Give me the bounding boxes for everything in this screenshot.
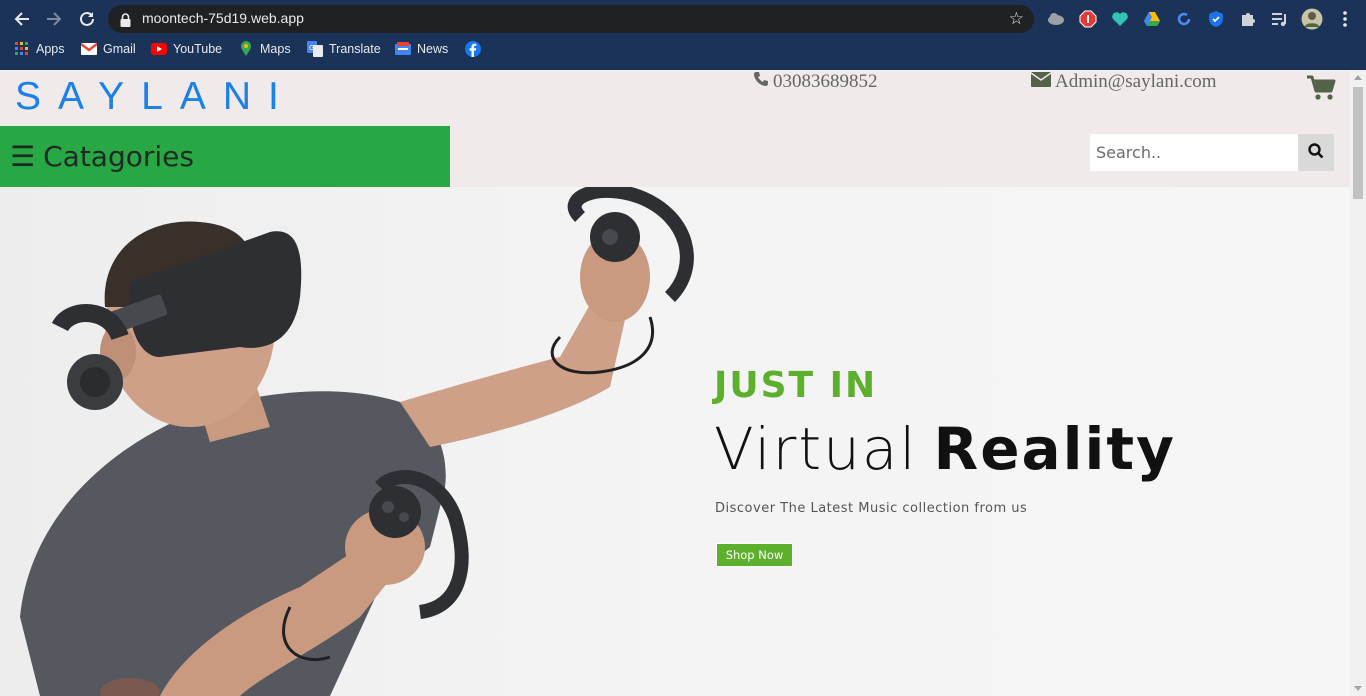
puzzle-extensions-icon[interactable]: [1237, 8, 1259, 30]
bookmarks-bar: Apps Gmail YouTube Maps G Translate News: [0, 38, 1366, 64]
page-scrollbar[interactable]: [1350, 70, 1366, 696]
web-page: SAYLANI 03083689852 Admin@saylani.com ☰ …: [0, 70, 1350, 696]
address-bar[interactable]: moontech-75d19.web.app ☆: [108, 5, 1034, 33]
categories-label: Catagories: [43, 140, 194, 173]
phone-contact: 03083689852: [753, 70, 878, 94]
phone-number: 03083689852: [773, 71, 878, 92]
vr-man-image: [20, 187, 694, 696]
lock-icon: [120, 12, 131, 31]
shield-extension-icon[interactable]: [1205, 8, 1227, 30]
sync-extension-icon[interactable]: [1173, 8, 1195, 30]
search-button[interactable]: [1298, 134, 1334, 171]
heart-extension-icon[interactable]: [1109, 8, 1131, 30]
youtube-icon: [151, 41, 167, 57]
email-contact: Admin@saylani.com: [1030, 70, 1217, 94]
menu-kebab-icon[interactable]: [1334, 8, 1356, 30]
maps-icon: [238, 41, 254, 57]
scrollbar-thumb[interactable]: [1353, 87, 1363, 199]
bookmark-translate[interactable]: G Translate: [307, 41, 381, 57]
apps-grid-icon: [14, 41, 30, 57]
forward-arrow-icon[interactable]: [42, 7, 66, 31]
bookmark-label: News: [417, 42, 449, 56]
shopping-cart-icon[interactable]: [1306, 75, 1336, 105]
hero-title-light: Virtual: [714, 415, 918, 483]
gmail-icon: [81, 41, 97, 57]
facebook-icon: [465, 41, 481, 57]
bookmark-gmail[interactable]: Gmail: [81, 41, 136, 57]
bookmark-label: Apps: [36, 42, 65, 56]
reload-icon[interactable]: [75, 7, 99, 31]
hero-title-bold: Reality: [933, 415, 1176, 483]
hamburger-menu-icon: ☰: [10, 140, 36, 173]
bookmark-label: YouTube: [173, 42, 223, 56]
scroll-down-arrow-icon[interactable]: [1354, 686, 1362, 691]
bookmark-label: Gmail: [103, 42, 136, 56]
bookmark-youtube[interactable]: YouTube: [151, 41, 222, 57]
bookmark-label: Translate: [329, 42, 381, 56]
site-header: SAYLANI 03083689852 Admin@saylani.com ☰ …: [0, 70, 1350, 187]
browser-chrome: moontech-75d19.web.app ☆ Apps Gmail YouT…: [0, 0, 1366, 70]
svg-text:G: G: [309, 44, 314, 52]
bookmark-news[interactable]: News: [395, 41, 448, 57]
hero-subtitle: Discover The Latest Music collection fro…: [715, 501, 1028, 516]
bookmark-maps[interactable]: Maps: [238, 41, 291, 57]
media-queue-icon[interactable]: [1269, 8, 1291, 30]
translate-icon: G: [307, 41, 323, 57]
shop-now-button[interactable]: Shop Now: [716, 543, 793, 567]
search-icon: [1308, 142, 1324, 163]
google-drive-icon[interactable]: [1141, 8, 1163, 30]
categories-menu-button[interactable]: ☰ Catagories: [0, 126, 450, 187]
adblock-icon[interactable]: [1077, 8, 1099, 30]
phone-icon: [753, 70, 769, 94]
envelope-icon: [1030, 70, 1052, 94]
search-input[interactable]: [1090, 134, 1298, 171]
news-icon: [395, 41, 411, 57]
hero-banner: JUST IN Virtual Reality Discover The Late…: [0, 187, 1350, 696]
bookmark-label: Maps: [260, 42, 291, 56]
hero-title: Virtual Reality: [714, 415, 1176, 483]
extension-cloud-icon[interactable]: [1045, 8, 1067, 30]
bookmark-apps[interactable]: Apps: [14, 41, 65, 57]
profile-avatar-icon[interactable]: [1301, 8, 1323, 30]
scroll-up-arrow-icon[interactable]: [1354, 75, 1362, 80]
bookmark-facebook[interactable]: [465, 41, 481, 57]
url-text: moontech-75d19.web.app: [142, 10, 304, 26]
brand-logo[interactable]: SAYLANI: [15, 72, 296, 122]
back-arrow-icon[interactable]: [10, 7, 34, 31]
email-address: Admin@saylani.com: [1055, 71, 1217, 92]
hero-kicker: JUST IN: [714, 365, 878, 406]
bookmark-star-icon[interactable]: ☆: [1009, 10, 1024, 28]
